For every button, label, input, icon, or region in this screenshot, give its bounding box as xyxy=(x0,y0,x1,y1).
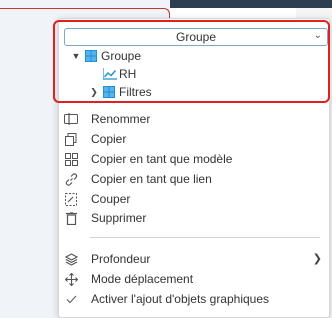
menu-item-label: Copier xyxy=(91,132,127,146)
caret-down-icon[interactable]: ▼ xyxy=(70,51,82,61)
group-select-value: Groupe xyxy=(175,30,217,44)
menu-item-move-mode[interactable]: Mode déplacement xyxy=(60,269,328,289)
menu-item-label: Copier en tant que lien xyxy=(91,172,212,186)
cut-icon xyxy=(64,192,78,206)
top-bar xyxy=(170,0,332,8)
menu-item-label: Supprimer xyxy=(91,211,147,225)
check-icon xyxy=(64,292,78,306)
line-chart-icon xyxy=(103,68,117,80)
menu-item-copy[interactable]: Copier xyxy=(60,129,328,149)
grid-icon xyxy=(85,50,97,62)
menu-item-label: Mode déplacement xyxy=(91,272,194,286)
tree-item-label: Groupe xyxy=(101,49,142,63)
menu-item-copy-template[interactable]: Copier en tant que modèle xyxy=(60,149,328,169)
menu-item-label: Activer l'ajout d'objets graphiques xyxy=(91,292,270,306)
chevron-down-icon[interactable]: ⌄ xyxy=(314,30,322,41)
grid-icon xyxy=(103,86,115,98)
menu-item-label: Copier en tant que modèle xyxy=(91,152,233,166)
link-icon xyxy=(64,172,78,186)
rename-icon xyxy=(64,112,78,126)
menu-item-cut[interactable]: Couper xyxy=(60,189,328,209)
tree-item-label: Filtres xyxy=(119,85,152,99)
menu-item-depth[interactable]: Profondeur ❯ xyxy=(60,249,328,269)
tree-item-rh[interactable]: RH xyxy=(100,65,136,83)
layers-icon xyxy=(64,252,78,266)
tree-item-label: RH xyxy=(119,67,137,81)
copy-template-icon xyxy=(64,152,78,166)
trash-icon xyxy=(64,211,78,225)
copy-icon xyxy=(64,132,78,146)
menu-item-label: Profondeur xyxy=(91,252,151,266)
group-select[interactable]: Groupe ⌄ xyxy=(64,28,328,46)
tree-item-filtres[interactable]: ❯ Filtres xyxy=(88,83,152,101)
move-icon xyxy=(64,272,78,286)
menu-separator xyxy=(90,237,320,238)
menu-item-enable-graphic-objects[interactable]: Activer l'ajout d'objets graphiques xyxy=(60,289,328,309)
menu-item-copy-link[interactable]: Copier en tant que lien xyxy=(60,169,328,189)
tree-item-groupe[interactable]: ▼ Groupe xyxy=(70,47,142,65)
menu-item-label: Renommer xyxy=(91,112,151,126)
caret-right-icon[interactable]: ❯ xyxy=(88,87,100,98)
chevron-right-icon: ❯ xyxy=(312,253,322,265)
menu-item-rename[interactable]: Renommer xyxy=(60,109,328,129)
menu-item-label: Couper xyxy=(91,192,131,206)
menu-item-delete[interactable]: Supprimer xyxy=(60,208,328,228)
